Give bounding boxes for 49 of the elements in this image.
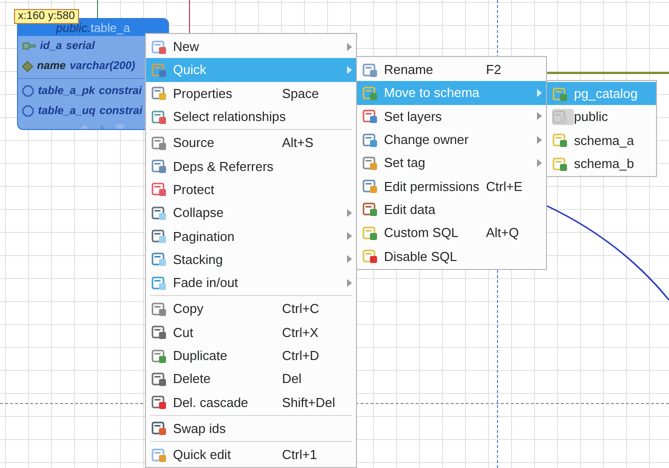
menu-item[interactable]: Edit permissions Ctrl+E	[357, 174, 546, 198]
table-name: table_a	[90, 20, 130, 34]
menu-item[interactable]: Collapse	[146, 201, 356, 224]
menu-item[interactable]: Deps & Referrers	[146, 154, 356, 178]
menu-item[interactable]: Source Alt+S	[146, 131, 356, 154]
menu-item[interactable]: Set layers	[357, 104, 546, 128]
menu-item[interactable]: Edit data	[357, 198, 546, 222]
menu-item[interactable]: Custom SQL Alt+Q	[357, 221, 546, 244]
menu-item[interactable]: Stacking	[146, 248, 356, 271]
constraint-icon	[22, 105, 34, 117]
menu-item[interactable]: Del. cascade Shift+Del	[146, 390, 356, 414]
submenu-arrow-icon	[347, 232, 352, 240]
submenu-arrow-icon	[537, 158, 542, 167]
submenu-arrow-icon	[537, 112, 542, 120]
constraint-type: constrai	[98, 85, 142, 97]
constraint-icon	[22, 85, 34, 97]
menu-item[interactable]: public	[547, 105, 656, 129]
column-name: id_a	[40, 40, 62, 52]
menu-item[interactable]: Delete Del	[146, 367, 356, 390]
menu-item[interactable]: Swap ids	[146, 416, 356, 440]
column-type: serial	[66, 40, 95, 52]
submenu-arrow-icon	[347, 42, 352, 51]
menu-item[interactable]: Cut Ctrl+X	[146, 320, 356, 344]
menu-item[interactable]: Duplicate Ctrl+D	[146, 344, 356, 368]
menu-item[interactable]: Protect	[146, 178, 356, 202]
menu-item[interactable]: schema_b	[547, 152, 656, 176]
menu-item[interactable]: Fade in/out	[146, 270, 356, 294]
constraint-name: table_a_pk	[38, 85, 95, 97]
coordinates-tooltip: x:160 y:580	[14, 9, 79, 24]
constraint-type: constrai	[99, 105, 142, 117]
key-icon	[22, 41, 36, 51]
submenu-arrow-icon	[537, 136, 542, 144]
diamond-icon	[22, 60, 33, 72]
submenu-arrow-icon	[347, 278, 352, 287]
menu-item[interactable]: Set tag	[357, 151, 546, 174]
menu-item[interactable]: Pagination	[146, 224, 356, 248]
submenu-arrow-icon	[347, 208, 352, 217]
submenu-arrow-icon	[347, 255, 352, 264]
menu-item[interactable]: Quick edit Ctrl+1	[146, 443, 356, 466]
menu-item[interactable]: Change owner	[357, 128, 546, 152]
column-name: name	[37, 60, 66, 72]
submenu-arrow-icon	[537, 88, 542, 97]
menu-item[interactable]: Copy Ctrl+C	[146, 297, 356, 321]
menu-item[interactable]: schema_a	[547, 128, 656, 152]
column-type: varchar(200)	[70, 60, 136, 72]
constraint-name: table_a_uq	[38, 105, 96, 117]
submenu-arrow-icon	[347, 66, 352, 74]
menu-item[interactable]: Disable SQL	[357, 244, 546, 268]
menu-item[interactable]: Rename F2	[357, 58, 546, 82]
